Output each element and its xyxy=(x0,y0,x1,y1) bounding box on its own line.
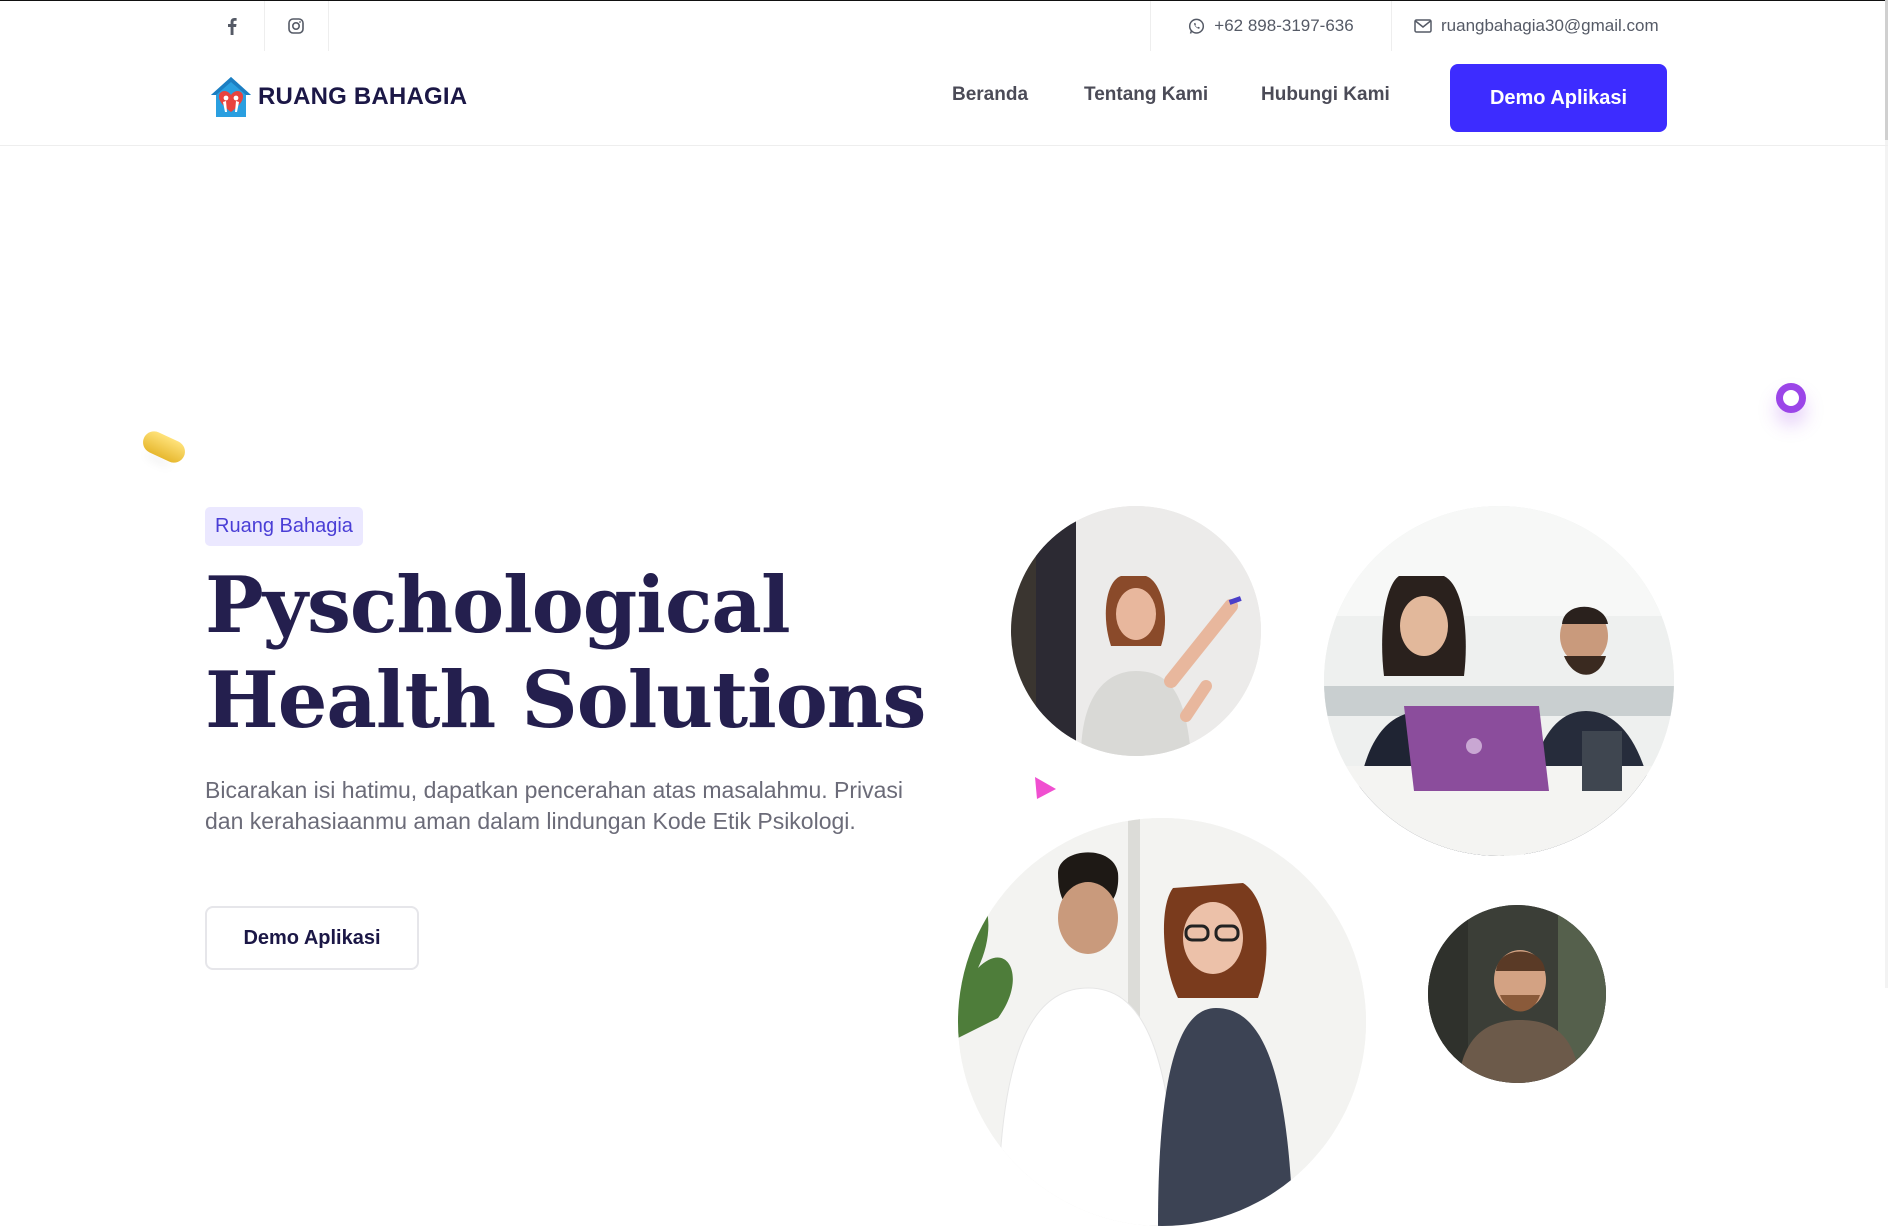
phone-number: +62 898-3197-636 xyxy=(1214,16,1354,35)
brand-logo[interactable]: RUANG BAHAGIA xyxy=(208,74,467,120)
nav-beranda[interactable]: Beranda xyxy=(952,84,1028,106)
instagram-icon xyxy=(288,18,304,34)
top-bar: +62 898-3197-636 ruangbahagia30@gmail.co… xyxy=(0,1,1888,51)
email-address: ruangbahagia30@gmail.com xyxy=(1441,16,1659,35)
envelope-icon xyxy=(1414,19,1432,33)
hero-badge: Ruang Bahagia xyxy=(205,507,363,546)
yellow-pill-decoration xyxy=(139,427,189,467)
hero-title-line1: Pyschological xyxy=(205,560,791,651)
photo-team-laptop xyxy=(1324,506,1674,856)
facebook-icon xyxy=(228,18,237,35)
nav-tentang-kami[interactable]: Tentang Kami xyxy=(1084,84,1208,106)
purple-ring-decoration xyxy=(1776,383,1806,413)
brand-name: RUANG BAHAGIA xyxy=(258,83,468,110)
facebook-link[interactable] xyxy=(200,1,265,51)
demo-aplikasi-hero-button[interactable]: Demo Aplikasi xyxy=(205,906,419,970)
hero-title-line2: Health Solutions xyxy=(205,655,926,746)
main-navbar: RUANG BAHAGIA Beranda Tentang Kami Hubun… xyxy=(0,51,1888,146)
photo-man-office xyxy=(1428,905,1606,1083)
photo-woman-whiteboard xyxy=(1011,506,1261,756)
instagram-link[interactable] xyxy=(264,1,329,51)
hero-title: Pyschological Health Solutions xyxy=(205,558,965,748)
phone-contact[interactable]: +62 898-3197-636 xyxy=(1150,1,1392,51)
house-heart-logo-icon xyxy=(211,77,251,117)
hero-description: Bicarakan isi hatimu, dapatkan penceraha… xyxy=(205,777,904,834)
photo-colleagues-smiling xyxy=(958,818,1366,1226)
demo-aplikasi-nav-button[interactable]: Demo Aplikasi xyxy=(1450,64,1667,132)
email-contact[interactable]: ruangbahagia30@gmail.com xyxy=(1414,1,1659,51)
nav-hubungi-kami[interactable]: Hubungi Kami xyxy=(1261,84,1390,106)
whatsapp-icon xyxy=(1189,18,1205,34)
pink-triangle-decoration xyxy=(1035,777,1056,799)
